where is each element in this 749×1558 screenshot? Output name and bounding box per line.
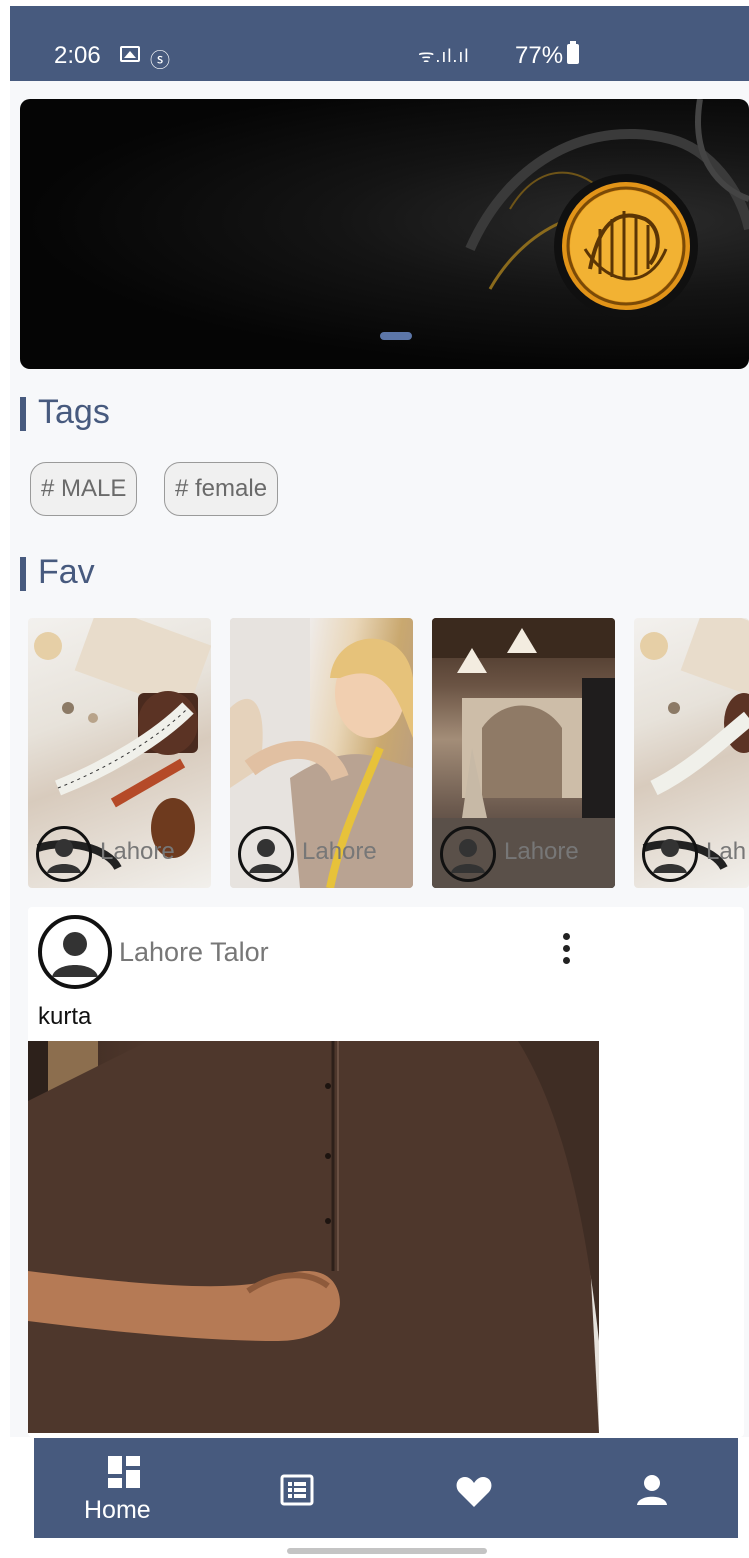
fav-location: Lah [706,838,747,865]
banner-carousel[interactable] [20,99,749,369]
status-bar: 2:06 ⓢ ᯤ.ıl.ıl 77% [10,6,749,81]
avatar [238,826,294,882]
fav-section-title: Fav [20,553,95,592]
avatar [642,826,698,882]
fav-card[interactable]: Lahore [28,618,211,888]
nav-home-label: Home [84,1496,151,1524]
more-vertical-icon[interactable] [556,933,576,969]
person-icon [637,1475,667,1505]
post-author[interactable]: Lahore Talor [119,937,269,968]
avatar [36,826,92,882]
nav-favorites[interactable] [454,1438,494,1538]
heart-icon [456,1477,492,1507]
post-card[interactable]: Lahore Talor kurta [28,907,744,1437]
tags-section-title: Tags [20,393,110,432]
gallery-icon [120,46,140,62]
notification-icon: ⓢ [150,50,170,72]
post-image[interactable] [28,1041,599,1433]
battery-percent: 77% [515,42,564,69]
dashboard-icon [108,1456,140,1488]
battery-icon [567,41,579,64]
tag-chip-female[interactable]: # female [164,462,279,516]
signal-icon: ᯤ.ıl.ıl [418,46,470,66]
kurta-image [28,1041,599,1433]
carousel-indicator[interactable] [380,332,412,340]
nav-list[interactable] [278,1438,318,1538]
avatar[interactable] [38,915,112,989]
fav-location: Lahore [100,838,175,865]
nav-profile[interactable] [632,1438,672,1538]
bottom-navigation: Home [34,1438,738,1538]
avatar [440,826,496,882]
fav-card[interactable]: Lahore [230,618,413,888]
banner-image [465,99,749,318]
status-time: 2:06 [54,42,101,69]
list-icon [280,1474,314,1506]
post-caption: kurta [38,1003,92,1030]
fav-location: Lahore [302,838,377,865]
fav-card[interactable]: Lahore [432,618,615,888]
fav-location: Lahore [504,838,579,865]
fav-card[interactable]: Lah [634,618,749,888]
nav-home[interactable]: Home [78,1438,168,1538]
system-home-indicator[interactable] [287,1548,487,1554]
tag-chip-male[interactable]: # MALE [30,462,138,516]
home-content[interactable]: Tags # MALE # female Fav Lahore Lahore L… [10,81,749,1437]
